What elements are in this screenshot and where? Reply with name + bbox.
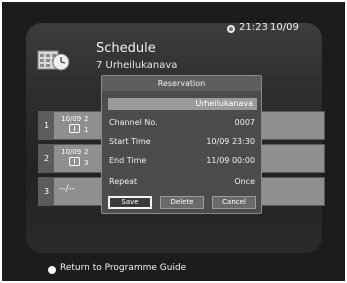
row-extra-top: 2 bbox=[84, 148, 89, 156]
row-date: 10/09 bbox=[61, 148, 82, 156]
clock-date: 10/09 bbox=[270, 22, 299, 33]
repeat-value[interactable]: Once bbox=[234, 177, 255, 186]
row-index: 3 bbox=[39, 178, 54, 205]
start-time-value[interactable]: 10/09 23:30 bbox=[206, 137, 255, 146]
end-time-label: End Time bbox=[109, 156, 147, 165]
tv-screen: 21:23 10/09 Schedule 7 Urheilukanava 1 1… bbox=[2, 2, 345, 281]
page-title: Schedule bbox=[96, 41, 156, 56]
channel-no-value[interactable]: 0007 bbox=[235, 118, 255, 127]
reservation-channel-name: Urheilukanava bbox=[108, 98, 257, 110]
cancel-button[interactable]: Cancel bbox=[212, 196, 256, 209]
row-index: 2 bbox=[39, 145, 54, 172]
channel-line: 7 Urheilukanava bbox=[96, 60, 178, 71]
end-time-value[interactable]: 11/09 00:00 bbox=[206, 156, 255, 165]
record-icon bbox=[69, 124, 80, 133]
guide-button-icon bbox=[48, 266, 56, 274]
row-date: 10/09 bbox=[61, 115, 82, 123]
schedule-icon bbox=[37, 50, 70, 71]
clock-time: 21:23 bbox=[239, 22, 268, 33]
record-icon bbox=[69, 157, 80, 166]
clock-icon bbox=[227, 25, 235, 33]
delete-button[interactable]: Delete bbox=[160, 196, 204, 209]
row-extra-bottom: 3 bbox=[84, 159, 89, 167]
dialog-title: Reservation bbox=[102, 76, 261, 91]
reservation-dialog: Reservation Urheilukanava Channel No. 00… bbox=[101, 75, 262, 214]
start-time-label: Start Time bbox=[109, 137, 151, 146]
channel-no-label: Channel No. bbox=[109, 118, 158, 127]
row-index: 1 bbox=[39, 112, 54, 139]
save-button[interactable]: Save bbox=[108, 196, 152, 209]
row-placeholder: --/-- bbox=[59, 184, 76, 194]
row-extra-top: 2 bbox=[84, 115, 89, 123]
row-extra-bottom: 1 bbox=[84, 126, 89, 134]
return-to-guide-hint[interactable]: Return to Programme Guide bbox=[60, 263, 186, 273]
repeat-label: Repeat bbox=[109, 177, 138, 186]
